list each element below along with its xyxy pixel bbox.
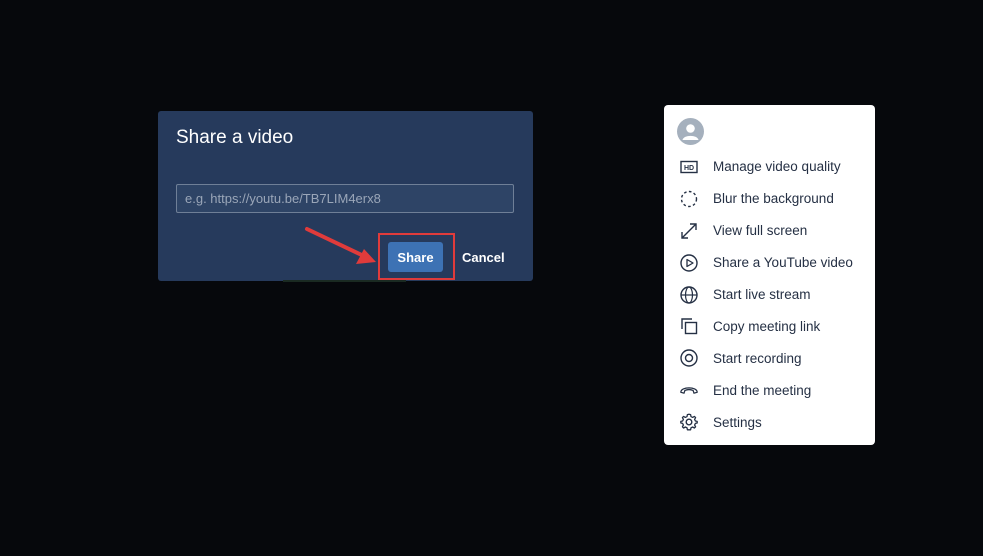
menu-item-view-full-screen[interactable]: View full screen — [664, 215, 875, 247]
menu-item-start-live-stream[interactable]: Start live stream — [664, 279, 875, 311]
menu-item-manage-video-quality[interactable]: HD Manage video quality — [664, 151, 875, 183]
menu-item-label: Start live stream — [713, 287, 811, 302]
menu-item-end-meeting[interactable]: End the meeting — [664, 374, 875, 406]
share-video-dialog: Share a video Share Cancel — [158, 111, 533, 281]
globe-icon — [679, 285, 699, 305]
menu-item-share-youtube-video[interactable]: Share a YouTube video — [664, 247, 875, 279]
dialog-title: Share a video — [176, 127, 294, 148]
hangup-icon — [679, 380, 699, 400]
person-icon — [677, 118, 704, 145]
menu-item-blur-background[interactable]: Blur the background — [664, 183, 875, 215]
video-url-input[interactable] — [176, 184, 514, 213]
copy-icon — [679, 316, 699, 336]
blur-icon — [679, 189, 699, 209]
menu-item-copy-meeting-link[interactable]: Copy meeting link — [664, 310, 875, 342]
menu-item-label: Blur the background — [713, 191, 834, 207]
divider — [283, 280, 406, 282]
share-button[interactable]: Share — [388, 242, 443, 272]
record-icon — [679, 348, 699, 368]
gear-icon — [679, 412, 699, 432]
menu-item-label: Share a YouTube video — [713, 255, 853, 271]
menu-item-label: Start recording — [713, 350, 802, 366]
menu-item-label: Settings — [713, 414, 762, 430]
menu-item-label: Manage video quality — [713, 159, 841, 175]
menu-item-start-recording[interactable]: Start recording — [664, 342, 875, 374]
menu-item-settings[interactable]: Settings — [664, 406, 875, 438]
menu-item-label: View full screen — [713, 223, 808, 239]
menu-item-label: End the meeting — [713, 382, 812, 398]
menu-list: HD Manage video quality Blur the backgro… — [664, 151, 875, 438]
more-actions-menu: HD Manage video quality Blur the backgro… — [664, 105, 875, 445]
play-circle-icon — [679, 253, 699, 273]
fullscreen-icon — [679, 221, 699, 241]
menu-item-label: Copy meeting link — [713, 318, 821, 334]
svg-text:HD: HD — [684, 165, 694, 172]
hd-icon: HD — [679, 157, 699, 177]
cancel-button[interactable]: Cancel — [456, 242, 511, 272]
